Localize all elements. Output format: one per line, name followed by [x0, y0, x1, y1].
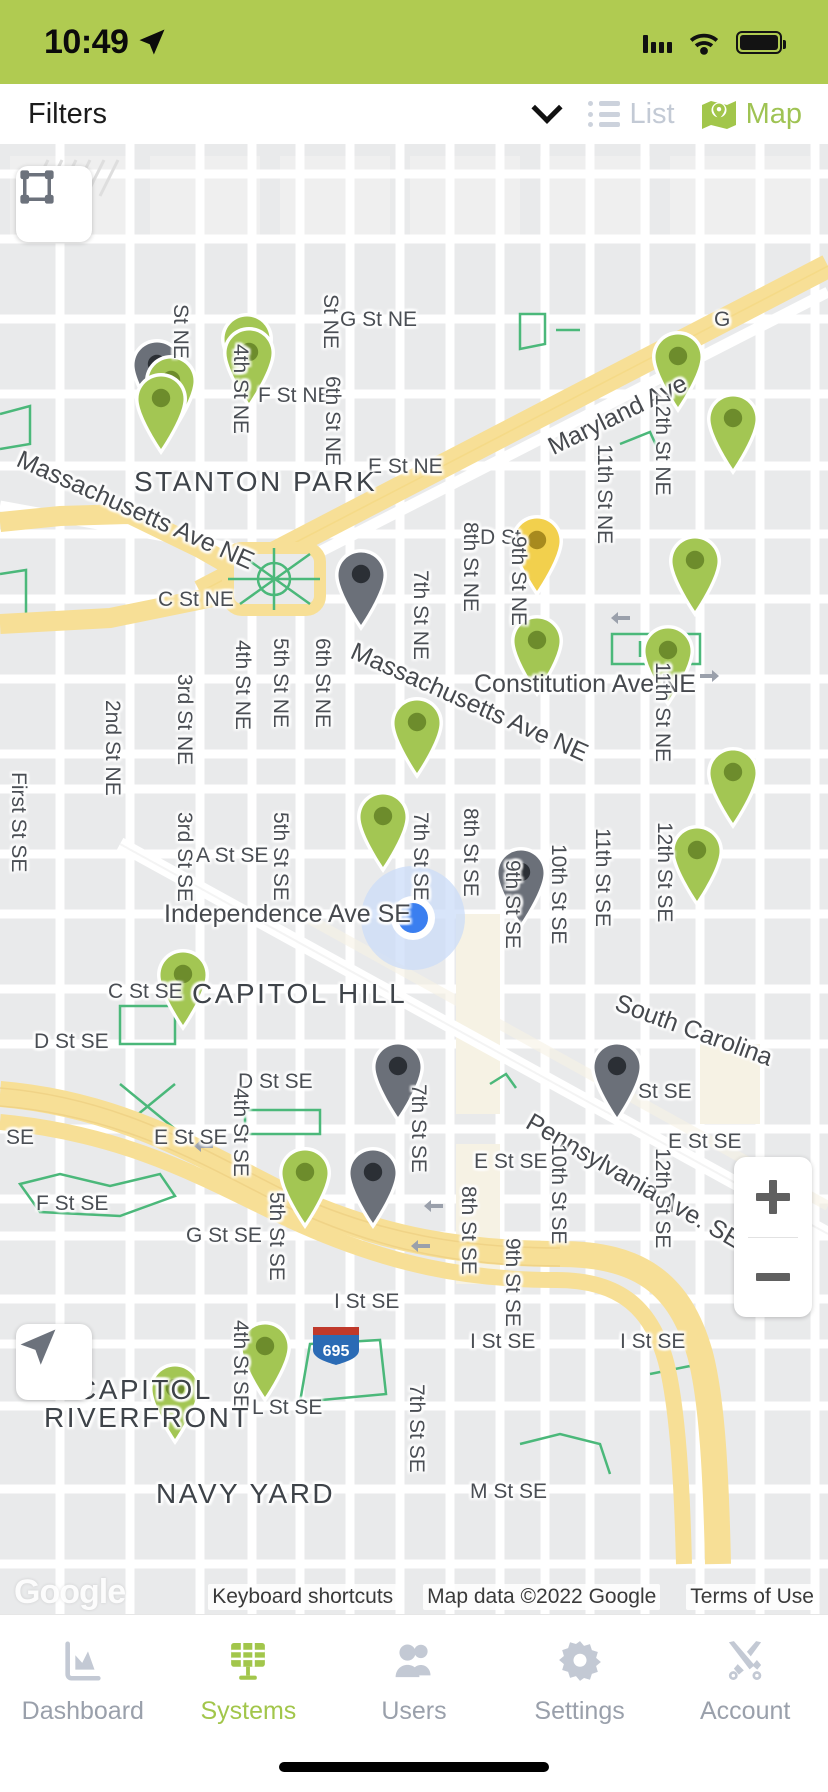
map-data-text: Map data ©2022 Google: [423, 1584, 661, 1610]
navigation-arrow-icon: [20, 1329, 56, 1365]
zoom-controls[interactable]: [734, 1157, 812, 1317]
tab-systems[interactable]: Systems: [166, 1637, 332, 1726]
tab-settings[interactable]: Settings: [497, 1637, 663, 1726]
select-area-button[interactable]: [16, 166, 92, 242]
tab-map-view[interactable]: Map: [701, 98, 802, 131]
tab-list-view[interactable]: List: [588, 97, 675, 131]
chevron-down-icon: [531, 92, 563, 124]
gear-icon: [557, 1637, 603, 1685]
tab-users[interactable]: Users: [331, 1637, 497, 1726]
status-bar-left: 10:49: [44, 23, 167, 62]
zoom-in-button[interactable]: [734, 1157, 812, 1237]
tab-account[interactable]: Account: [662, 1637, 828, 1726]
list-icon: [588, 101, 621, 127]
map-icon: [701, 101, 736, 129]
tab-dashboard-label: Dashboard: [21, 1697, 144, 1725]
map-view-label: Map: [745, 97, 802, 130]
cellular-signal-icon: [643, 31, 672, 53]
tab-account-label: Account: [700, 1697, 791, 1725]
header-bar: Filters List Map: [0, 84, 828, 144]
users-icon: [391, 1637, 437, 1685]
map-attribution: Keyboard shortcuts Map data ©2022 Google…: [0, 1580, 828, 1614]
tools-icon: [722, 1637, 768, 1685]
filters-expand-button[interactable]: [518, 90, 576, 138]
tab-dashboard[interactable]: Dashboard: [0, 1637, 166, 1726]
status-bar-right: [643, 29, 786, 56]
tab-systems-label: Systems: [200, 1697, 297, 1725]
select-area-icon: [20, 170, 54, 204]
map-canvas[interactable]: St NE St NE G St NE G 4th St NE F St NE 6th St…: [0, 144, 828, 1614]
zoom-out-button[interactable]: [734, 1238, 812, 1318]
home-indicator: [279, 1762, 549, 1772]
chart-icon: [60, 1637, 106, 1685]
app-root: 10:49 Filters List Map St NE St NE G St …: [0, 0, 828, 1792]
recenter-location-button[interactable]: [16, 1324, 92, 1400]
status-time: 10:49: [44, 22, 129, 61]
keyboard-shortcuts-link[interactable]: Keyboard shortcuts: [208, 1584, 398, 1610]
location-dot: [398, 903, 428, 933]
wifi-icon: [689, 33, 719, 55]
solar-panel-icon: [225, 1637, 271, 1685]
tab-settings-label: Settings: [534, 1697, 625, 1725]
minus-icon: [756, 1273, 790, 1282]
status-bar: 10:49: [0, 0, 828, 84]
tab-users-label: Users: [381, 1697, 447, 1725]
navigation-arrow-icon: [139, 29, 165, 55]
filters-label[interactable]: Filters: [28, 98, 107, 131]
battery-icon: [736, 30, 786, 54]
svg-text:695: 695: [323, 1343, 350, 1360]
terms-of-use-link[interactable]: Terms of Use: [686, 1584, 818, 1610]
list-view-label: List: [629, 97, 675, 130]
bottom-tab-bar: Dashboard Systems Users Settings Account: [0, 1614, 828, 1792]
